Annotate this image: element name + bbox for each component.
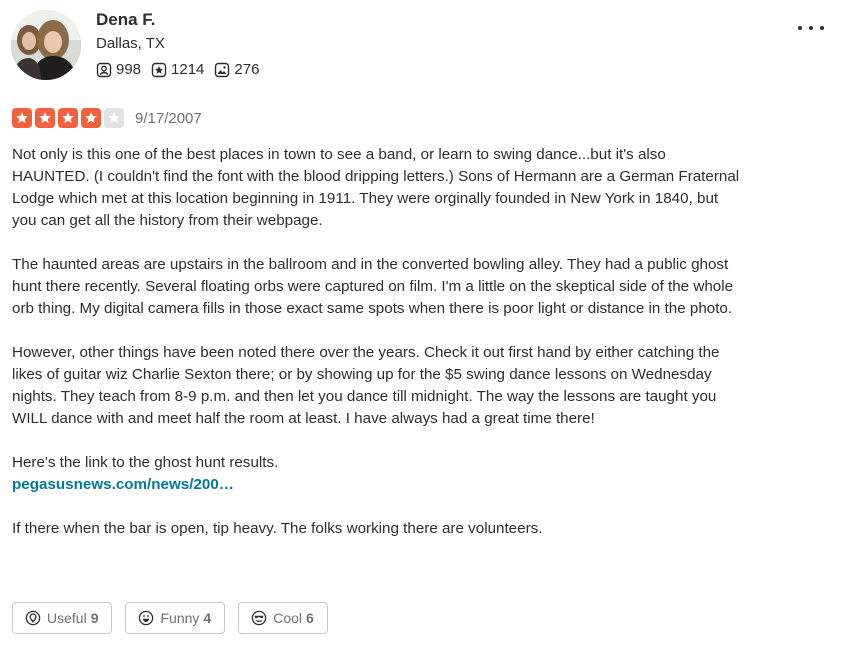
- star-filled-icon: [58, 108, 78, 128]
- review-star-icon: [151, 62, 167, 77]
- reaction-buttons: Useful 9 Funny 4 Cool 6: [12, 602, 341, 634]
- sunglasses-face-icon: [251, 610, 267, 626]
- photos-count: 276: [234, 61, 260, 78]
- funny-label: Funny: [160, 610, 200, 626]
- friends-stat: 998: [96, 61, 141, 78]
- useful-button[interactable]: Useful 9: [12, 602, 113, 634]
- cool-button[interactable]: Cool 6: [238, 602, 328, 634]
- review-card: Dena F. Dallas, TX 998 1214 276 9/17/200…: [0, 0, 860, 647]
- star-filled-icon: [12, 108, 32, 128]
- star-rating: [12, 108, 127, 128]
- review-paragraph: Here's the link to the ghost hunt result…: [12, 454, 279, 471]
- review-body: Not only is this one of the best places …: [12, 144, 742, 540]
- more-options-icon: [798, 26, 802, 30]
- friends-icon: [96, 62, 112, 77]
- reviews-stat: 1214: [151, 61, 204, 78]
- useful-count: 9: [90, 610, 99, 626]
- review-link[interactable]: pegasusnews.com/news/200…: [12, 476, 234, 493]
- star-filled-icon: [35, 108, 55, 128]
- reviews-count: 1214: [171, 61, 205, 78]
- funny-button[interactable]: Funny 4: [125, 602, 226, 634]
- cool-count: 6: [306, 610, 314, 626]
- friends-count: 998: [116, 61, 142, 78]
- useful-label: Useful: [47, 610, 87, 626]
- avatar-photo: [11, 10, 81, 80]
- cool-label: Cool: [273, 610, 302, 626]
- user-name[interactable]: Dena F.: [96, 10, 156, 30]
- photos-stat: 276: [214, 61, 259, 78]
- star-empty-icon: [104, 108, 124, 128]
- review-paragraph: The haunted areas are upstairs in the ba…: [12, 256, 734, 317]
- lightbulb-icon: [25, 610, 41, 626]
- review-paragraph: However, other things have been noted th…: [12, 344, 720, 427]
- funny-count: 4: [203, 610, 212, 626]
- avatar[interactable]: [11, 10, 81, 80]
- review-paragraph: Not only is this one of the best places …: [12, 146, 740, 229]
- laugh-face-icon: [139, 610, 154, 626]
- star-filled-icon: [81, 108, 101, 128]
- rating-row: 9/17/2007: [12, 108, 202, 128]
- review-date: 9/17/2007: [135, 109, 202, 127]
- photo-icon: [215, 62, 230, 77]
- more-options-icon-dot: [809, 26, 813, 30]
- user-location: Dallas, TX: [96, 35, 165, 52]
- more-options-button[interactable]: [798, 18, 824, 38]
- user-stats: 998 1214 276: [96, 61, 269, 78]
- more-options-icon-dot: [820, 26, 824, 30]
- review-paragraph: If there when the bar is open, tip heavy…: [12, 520, 543, 537]
